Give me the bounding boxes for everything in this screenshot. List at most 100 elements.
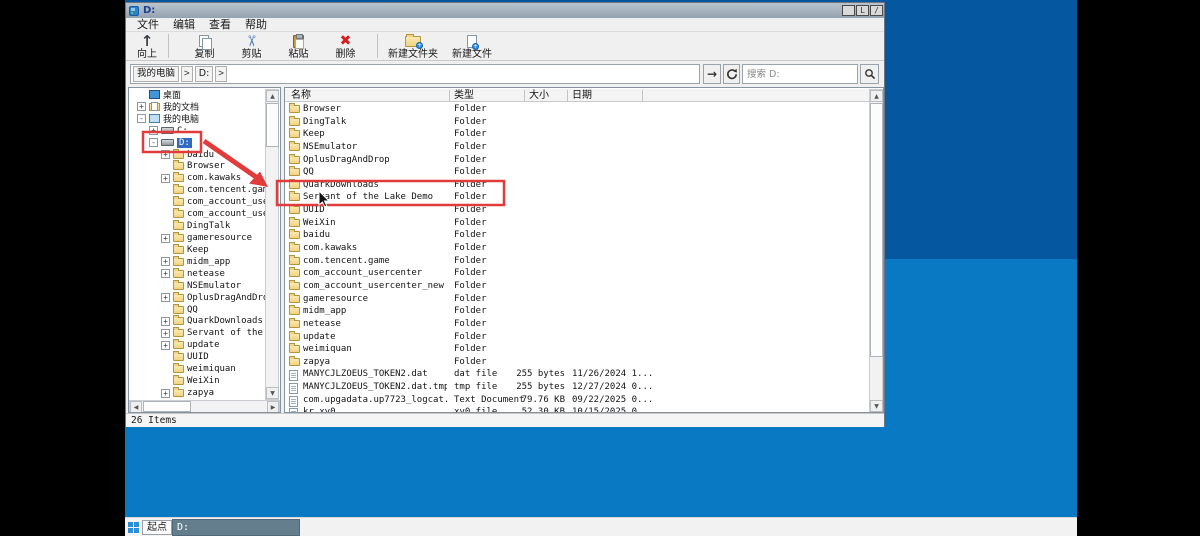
tree-item[interactable]: + QuarkDownloads	[129, 315, 265, 328]
tree-vertical-scrollbar[interactable]: ▲ ▼	[265, 89, 279, 400]
list-vscroll-thumb[interactable]	[870, 103, 883, 357]
expand-icon[interactable]: +	[161, 269, 170, 279]
tree-item[interactable]: +Browser	[129, 160, 265, 173]
refresh-button[interactable]	[723, 64, 740, 84]
file-row[interactable]: QQ Folder	[285, 166, 870, 179]
tree-item[interactable]: +com_account_usercenter	[129, 196, 265, 208]
collapse-icon[interactable]: -	[149, 138, 158, 148]
tree-hscroll-thumb[interactable]	[143, 401, 191, 412]
tree-item[interactable]: +Keep	[129, 243, 265, 256]
tree-item[interactable]: + 我的文档	[129, 101, 265, 113]
scroll-up-icon[interactable]: ▲	[266, 90, 279, 102]
column-separator[interactable]	[642, 90, 643, 101]
tree-item[interactable]: + OplusDragAndDrop	[129, 291, 265, 304]
file-row[interactable]: NSEmulator Folder	[285, 140, 870, 154]
tree-item[interactable]: + gameresource	[129, 232, 265, 244]
go-button[interactable]: →	[703, 64, 721, 84]
search-button[interactable]	[860, 64, 879, 84]
scroll-right-icon[interactable]: ▶	[267, 401, 279, 412]
file-row[interactable]: com.kawaks Folder	[285, 242, 870, 255]
tree-item[interactable]: + midm_app	[129, 255, 265, 268]
window-control-blank[interactable]	[842, 5, 855, 16]
file-row[interactable]: com_account_usercenter Folder	[285, 267, 870, 280]
column-header-type[interactable]: 类型	[454, 89, 474, 102]
window-control-restore[interactable]: L	[856, 5, 869, 16]
tree-item[interactable]: +weimiquan	[129, 363, 265, 375]
breadcrumb-chevron-icon[interactable]: >	[181, 66, 193, 82]
file-row[interactable]: gameresource Folder	[285, 292, 870, 306]
expand-icon[interactable]: +	[161, 257, 170, 267]
file-row[interactable]: WeiXin Folder	[285, 216, 870, 230]
menu-help[interactable]: 帮助	[242, 18, 270, 32]
expand-icon[interactable]: +	[161, 293, 170, 303]
tree-item[interactable]: + Servant of the Lake Demo	[129, 327, 265, 339]
tree-item[interactable]: +com.tencent.game	[129, 184, 265, 196]
file-row[interactable]: zapya Folder	[285, 355, 870, 369]
tree-item[interactable]: + com.kawaks	[129, 172, 265, 184]
search-input[interactable]	[742, 64, 858, 84]
file-row[interactable]: MANYCJLZOEUS_TOKEN2.dat dat file 255 bytes…	[285, 368, 870, 382]
menu-edit[interactable]: 编辑	[170, 18, 198, 32]
list-vertical-scrollbar[interactable]: ▲ ▼	[869, 89, 883, 412]
collapse-icon[interactable]: -	[137, 114, 146, 124]
file-row[interactable]: OplusDragAndDrop Folder	[285, 153, 870, 167]
expand-icon[interactable]: +	[137, 102, 146, 112]
file-row[interactable]: UUID Folder	[285, 204, 870, 217]
menu-file[interactable]: 文件	[134, 18, 162, 32]
start-icon[interactable]	[128, 522, 139, 533]
tree-item[interactable]: - 我的电脑	[129, 113, 265, 125]
tree-item[interactable]: +com_account_usercenter_new	[129, 208, 265, 220]
expand-icon[interactable]: +	[161, 150, 170, 160]
file-row[interactable]: baidu Folder	[285, 229, 870, 242]
tree-item[interactable]: +WeiXin	[129, 375, 265, 387]
tree-item[interactable]: +DingTalk	[129, 220, 265, 232]
expand-icon[interactable]: +	[161, 316, 170, 326]
file-row[interactable]: com.tencent.game Folder	[285, 254, 870, 268]
file-row[interactable]: DingTalk Folder	[285, 115, 870, 129]
column-separator[interactable]	[524, 90, 525, 101]
tree-item[interactable]: +UUID	[129, 351, 265, 363]
tree-item[interactable]: + zapya	[129, 387, 265, 399]
expand-icon[interactable]: +	[161, 328, 170, 338]
scroll-down-icon[interactable]: ▼	[266, 387, 279, 399]
tree-item[interactable]: +NSEmulator	[129, 279, 265, 292]
tree-vscroll-thumb[interactable]	[266, 103, 279, 147]
address-field[interactable]: 我的电脑 > D: >	[130, 64, 700, 84]
paste-button[interactable]: 粘贴	[275, 32, 322, 60]
menu-view[interactable]: 查看	[206, 18, 234, 32]
file-row[interactable]: Keep Folder	[285, 128, 870, 141]
scroll-left-icon[interactable]: ◀	[130, 401, 142, 412]
file-row[interactable]: kr.xy0 xy0 file 52.30 KB 10/15/2025 0...	[285, 406, 870, 412]
file-row[interactable]: com_account_usercenter_new Folder	[285, 279, 870, 293]
file-row[interactable]: Browser Folder	[285, 103, 870, 116]
window-control-close[interactable]: /	[870, 5, 883, 16]
scroll-down-icon[interactable]: ▼	[870, 400, 883, 412]
column-header-size[interactable]: 大小	[529, 89, 549, 102]
breadcrumb-drive-d[interactable]: D:	[194, 66, 214, 82]
new-file-button[interactable]: + 新建文件	[444, 32, 500, 60]
start-button[interactable]: 起点	[142, 520, 172, 535]
expand-icon[interactable]: +	[149, 126, 158, 136]
file-row[interactable]: netease Folder	[285, 317, 870, 331]
delete-button[interactable]: ✖ 删除	[322, 32, 369, 60]
tree-item[interactable]: +QQ	[129, 303, 265, 316]
tree-item[interactable]: + baidu	[129, 148, 265, 161]
file-row[interactable]: update Folder	[285, 330, 870, 344]
tree-item[interactable]: - D:	[129, 137, 265, 149]
tree-item[interactable]: +桌面	[129, 89, 265, 101]
up-button[interactable]: ↑ 向上	[126, 32, 168, 60]
file-row[interactable]: midm_app Folder	[285, 305, 870, 318]
new-folder-button[interactable]: + 新建文件夹	[382, 32, 444, 60]
breadcrumb-my-computer[interactable]: 我的电脑	[133, 66, 180, 82]
expand-icon[interactable]: +	[161, 233, 170, 243]
file-row[interactable]: Servant of the Lake Demo Folder	[285, 191, 870, 204]
taskbar-item-d-drive[interactable]: D:	[172, 519, 300, 536]
tree-horizontal-scrollbar[interactable]: ◀ ▶	[129, 400, 280, 412]
titlebar[interactable]: D: L /	[126, 3, 884, 18]
file-row[interactable]: weimiquan Folder	[285, 343, 870, 356]
scroll-up-icon[interactable]: ▲	[870, 90, 883, 102]
column-separator[interactable]	[449, 90, 450, 101]
tree-item[interactable]: + netease	[129, 267, 265, 280]
column-header-date[interactable]: 日期	[572, 89, 592, 102]
file-row[interactable]: QuarkDownloads Folder	[285, 178, 870, 192]
